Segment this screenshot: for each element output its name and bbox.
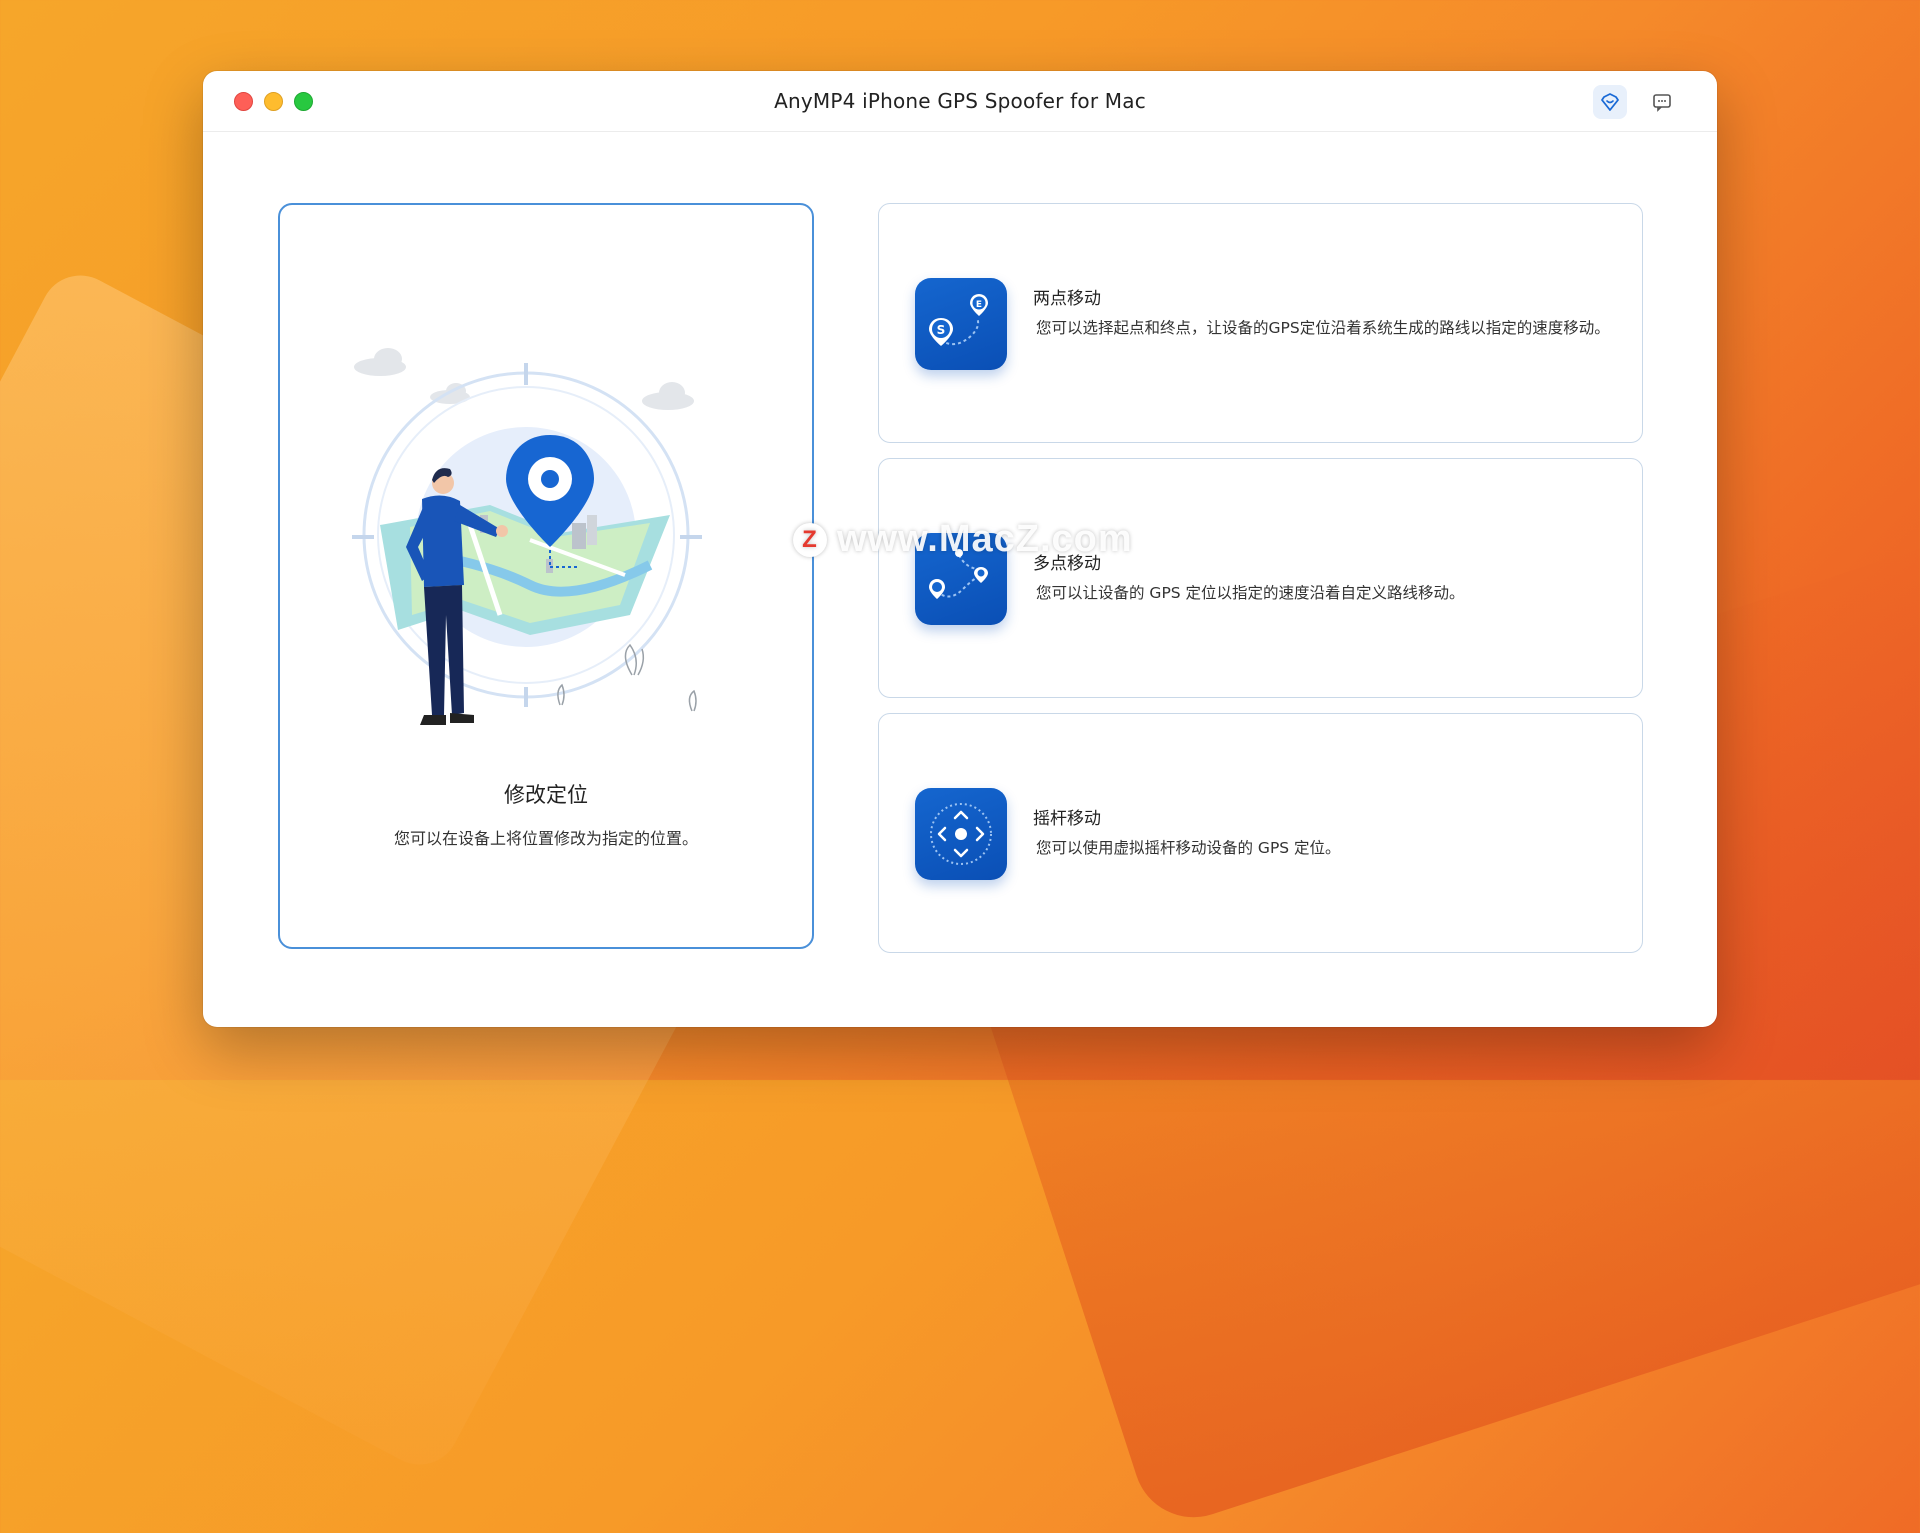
two-point-move-description: 您可以选择起点和终点，让设备的GPS定位沿着系统生成的路线以指定的速度移动。 xyxy=(1036,319,1610,337)
modify-location-title: 修改定位 xyxy=(504,783,588,807)
joystick-move-title: 摇杆移动 xyxy=(1033,809,1101,829)
joystick-move-description: 您可以使用虚拟摇杆移动设备的 GPS 定位。 xyxy=(1036,839,1341,857)
two-point-move-card[interactable]: S E 两点移动 您可以选择起点和终点，让设备的GPS定位沿着系统生成的路线以指… xyxy=(878,203,1643,443)
close-window-button[interactable] xyxy=(234,92,253,111)
modify-location-card[interactable]: 修改定位 您可以在设备上将位置修改为指定的位置。 xyxy=(278,203,814,949)
titlebar: AnyMP4 iPhone GPS Spoofer for Mac xyxy=(203,71,1717,132)
window-controls xyxy=(234,92,313,111)
message-icon xyxy=(1653,94,1671,112)
multi-point-move-card[interactable]: 多点移动 您可以让设备的 GPS 定位以指定的速度沿着自定义路线移动。 xyxy=(878,458,1643,698)
premium-button[interactable] xyxy=(1593,85,1627,119)
minimize-window-button[interactable] xyxy=(264,92,283,111)
joystick-move-card[interactable]: 摇杆移动 您可以使用虚拟摇杆移动设备的 GPS 定位。 xyxy=(878,713,1643,953)
two-point-move-title: 两点移动 xyxy=(1033,289,1101,309)
modify-location-description: 您可以在设备上将位置修改为指定的位置。 xyxy=(393,829,698,848)
watermark: Z www.MacZ.com xyxy=(793,518,1133,561)
diamond-heart-icon xyxy=(1601,93,1619,111)
multi-point-move-description: 您可以让设备的 GPS 定位以指定的速度沿着自定义路线移动。 xyxy=(1036,584,1465,602)
svg-text:S: S xyxy=(937,323,946,337)
joystick-icon xyxy=(915,788,1007,880)
svg-text:E: E xyxy=(976,300,982,310)
window-title: AnyMP4 iPhone GPS Spoofer for Mac xyxy=(774,89,1146,113)
two-point-route-icon: S E xyxy=(915,278,1007,370)
watermark-text: www.MacZ.com xyxy=(837,518,1133,560)
feedback-button[interactable] xyxy=(1645,85,1679,119)
maximize-window-button[interactable] xyxy=(294,92,313,111)
watermark-logo: Z xyxy=(793,522,827,557)
location-illustration xyxy=(350,315,750,759)
titlebar-icons xyxy=(1593,85,1679,119)
